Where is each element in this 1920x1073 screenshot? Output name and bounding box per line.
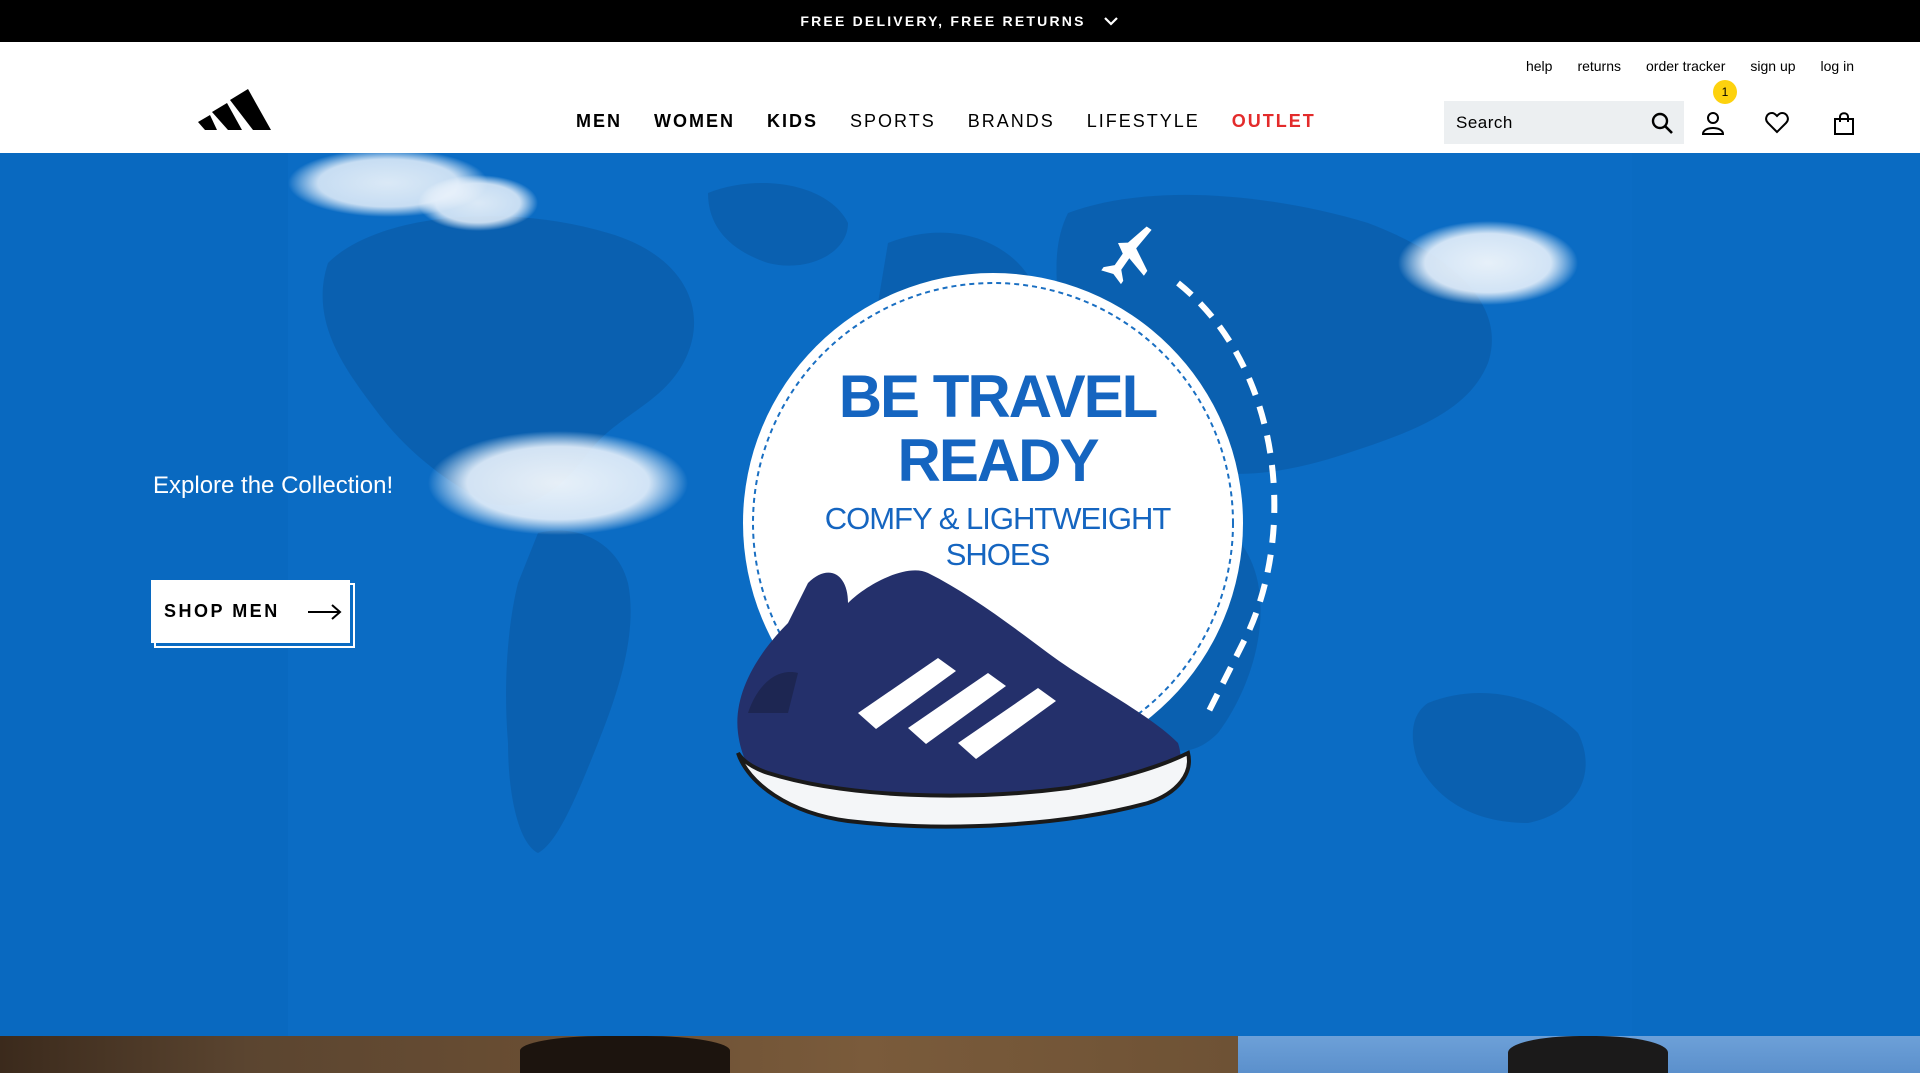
returns-link[interactable]: returns (1577, 58, 1621, 74)
hero-headline-2: READY (897, 427, 1099, 494)
nav-kids[interactable]: KIDS (767, 111, 818, 132)
nav-brands[interactable]: BRANDS (968, 111, 1055, 132)
nav-lifestyle[interactable]: LIFESTYLE (1087, 111, 1200, 132)
hero-artwork (288, 153, 1632, 1036)
tile-figure (1508, 1036, 1668, 1073)
tile-figure (520, 1036, 730, 1073)
hero-tagline: Explore the Collection! (153, 472, 394, 499)
main-nav: MEN WOMEN KIDS SPORTS BRANDS LIFESTYLE O… (576, 111, 1316, 132)
user-icon[interactable] (1700, 110, 1726, 136)
utility-nav: help returns order tracker sign up log i… (1526, 58, 1854, 74)
sign-up-link[interactable]: sign up (1750, 58, 1795, 74)
nav-men[interactable]: MEN (576, 111, 622, 132)
log-in-link[interactable]: log in (1821, 58, 1854, 74)
shop-men-button[interactable]: SHOP MEN (151, 580, 350, 643)
nav-outlet[interactable]: OUTLET (1232, 111, 1316, 132)
hero-banner[interactable]: BE TRAVEL READY COMFY & LIGHTWEIGHT SHOE… (0, 153, 1920, 1036)
nav-women[interactable]: WOMEN (654, 111, 735, 132)
hero-headline-1: BE TRAVEL (838, 363, 1159, 430)
order-tracker-link[interactable]: order tracker (1646, 58, 1725, 74)
site-header: help returns order tracker sign up log i… (0, 42, 1920, 153)
category-tiles (0, 1036, 1920, 1073)
heart-icon[interactable] (1764, 110, 1790, 136)
promo-text: FREE DELIVERY, FREE RETURNS (800, 13, 1086, 29)
hero-sub-1: COMFY & LIGHTWEIGHT (824, 501, 1172, 536)
hero-sub-2: SHOES (945, 537, 1051, 572)
search-box (1444, 101, 1684, 144)
account-badge: 1 (1713, 80, 1737, 104)
chevron-down-icon[interactable] (1102, 12, 1120, 30)
category-tile-left[interactable] (0, 1036, 1238, 1073)
search-icon[interactable] (1650, 111, 1674, 135)
bag-icon[interactable] (1831, 110, 1857, 136)
promo-bar[interactable]: FREE DELIVERY, FREE RETURNS (0, 0, 1920, 42)
category-tile-right[interactable] (1238, 1036, 1920, 1073)
brand-logo[interactable] (198, 82, 276, 134)
search-input[interactable] (1456, 112, 1646, 133)
help-link[interactable]: help (1526, 58, 1552, 74)
shop-men-label: SHOP MEN (164, 601, 280, 621)
arrow-right-icon (307, 603, 342, 620)
nav-sports[interactable]: SPORTS (850, 111, 936, 132)
hero-headline-block: BE TRAVEL READY COMFY & LIGHTWEIGHT SHOE… (785, 365, 1210, 573)
